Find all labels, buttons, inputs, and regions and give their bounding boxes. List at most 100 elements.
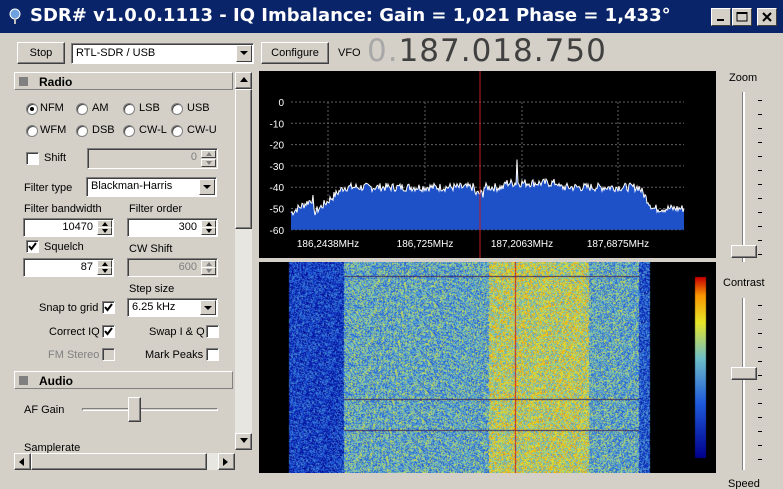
shift-checkbox[interactable] [26, 152, 39, 165]
fm-stereo-checkbox[interactable] [102, 348, 115, 361]
spin-up-button[interactable] [201, 150, 216, 158]
mode-cwl-radio[interactable] [123, 125, 135, 137]
arrow-down-icon [206, 161, 212, 165]
zoom-label: Zoom [729, 72, 758, 84]
filter-type-select[interactable]: Blackman-Harris [86, 177, 217, 197]
swap-iq-checkbox[interactable] [206, 325, 219, 338]
db-tick-label: -30 [270, 162, 285, 173]
scroll-thumb[interactable] [235, 89, 252, 229]
slider-tick [758, 305, 762, 306]
filter-bandwidth-spinner[interactable]: 10470 [23, 218, 114, 237]
db-tick-label: -40 [270, 183, 285, 194]
panel-horizontal-scrollbar[interactable] [14, 453, 235, 470]
audio-section-header[interactable]: Audio [14, 371, 233, 389]
title-bar: SDR# v1.0.0.1113 - IQ Imbalance: Gain = … [0, 0, 783, 33]
spin-down-button[interactable] [201, 159, 216, 167]
scroll-up-button[interactable] [235, 72, 252, 89]
filter-type-dropdown-button[interactable] [199, 179, 215, 195]
mode-am-radio[interactable] [76, 103, 88, 115]
slider-tick [758, 254, 762, 255]
mode-cwu-label: CW-U [187, 124, 217, 136]
horizontal-scroll-thumb[interactable] [31, 453, 207, 470]
mode-dsb-radio[interactable] [76, 125, 88, 137]
contrast-slider-thumb[interactable] [731, 367, 757, 380]
vfo-dim-digits: 0. [367, 33, 399, 69]
db-tick-label: 0 [278, 98, 284, 109]
shift-spinner[interactable]: 0 [87, 148, 218, 169]
stop-button[interactable]: Stop [17, 42, 65, 64]
mode-nfm-radio[interactable] [26, 103, 38, 115]
source-select[interactable]: RTL-SDR / USB [71, 43, 254, 64]
filter-order-value: 300 [178, 221, 197, 233]
control-panel: Radio NFM AM LSB USB WFM DSB CW-L CW-U S… [14, 72, 251, 476]
af-gain-slider-track[interactable] [82, 408, 218, 411]
mode-dsb-label: DSB [92, 124, 115, 136]
step-size-select[interactable]: 6.25 kHz [127, 298, 218, 317]
filter-order-spinner[interactable]: 300 [127, 218, 218, 237]
step-size-label: Step size [129, 283, 175, 295]
correct-iq-checkbox[interactable] [102, 325, 115, 338]
checkmark-icon [28, 242, 37, 251]
filter-bandwidth-value: 10470 [62, 221, 93, 233]
snap-to-grid-label: Snap to grid [39, 302, 99, 314]
contrast-slider-track[interactable] [742, 298, 745, 470]
af-gain-slider-thumb[interactable] [127, 397, 141, 422]
step-size-dropdown-button[interactable] [200, 300, 216, 315]
squelch-value: 87 [80, 261, 93, 273]
spin-down-button[interactable] [201, 267, 216, 275]
vfo-frequency-display[interactable]: 0.187.018.750 [367, 33, 607, 69]
slider-tick [758, 389, 762, 390]
arrow-down-icon [102, 269, 108, 273]
mode-usb-radio[interactable] [171, 103, 183, 115]
spin-down-button[interactable] [97, 267, 112, 275]
close-button[interactable] [757, 8, 777, 26]
zoom-slider-thumb[interactable] [731, 245, 757, 258]
cw-shift-spinner[interactable]: 600 [127, 258, 218, 277]
mark-peaks-checkbox[interactable] [206, 348, 219, 361]
maximize-button[interactable] [732, 8, 752, 26]
checkmark-icon [104, 303, 113, 312]
frequency-tick-label: 187,2063MHz [491, 239, 553, 250]
spectrum-plot: 0 -10 -20 -30 -40 -50 -60 186,2438MHz 186,725MHz… [270, 71, 685, 258]
scroll-left-button[interactable] [14, 453, 31, 470]
slider-tick [758, 142, 762, 143]
squelch-spinner[interactable]: 87 [23, 258, 114, 277]
close-icon [762, 12, 772, 22]
frequency-tick-label: 186,725MHz [397, 239, 454, 250]
scroll-down-button[interactable] [235, 433, 252, 450]
arrow-up-icon [102, 222, 108, 226]
spin-down-button[interactable] [201, 227, 216, 235]
audio-section-title: Audio [39, 374, 73, 388]
mode-wfm-radio[interactable] [26, 125, 38, 137]
filter-type-value: Blackman-Harris [91, 180, 173, 192]
mode-cwu-radio[interactable] [171, 125, 183, 137]
radio-section-header[interactable]: Radio [14, 72, 233, 90]
panel-vertical-scrollbar[interactable] [235, 72, 252, 450]
slider-tick [758, 156, 762, 157]
chevron-down-icon [203, 185, 211, 189]
mode-lsb-radio[interactable] [123, 103, 135, 115]
db-tick-label: -20 [270, 141, 285, 152]
arrow-right-icon [223, 458, 228, 466]
snap-to-grid-checkbox[interactable] [102, 301, 115, 314]
spectrum-analyzer[interactable]: 0 -10 -20 -30 -40 -50 -60 186,2438MHz 186,725MHz… [259, 71, 716, 258]
slider-tick [758, 212, 762, 213]
source-dropdown-button[interactable] [236, 45, 252, 62]
step-size-value: 6.25 kHz [132, 301, 176, 313]
mode-lsb-label: LSB [139, 102, 160, 114]
mark-peaks-label: Mark Peaks [145, 349, 204, 361]
mode-usb-label: USB [187, 102, 210, 114]
configure-button[interactable]: Configure [261, 42, 329, 64]
scroll-right-button[interactable] [218, 453, 235, 470]
squelch-checkbox[interactable] [26, 240, 39, 253]
slider-tick [758, 226, 762, 227]
slider-tick [758, 128, 762, 129]
fm-stereo-label: FM Stereo [48, 349, 100, 361]
vfo-label: VFO [338, 47, 361, 59]
spin-down-button[interactable] [97, 227, 112, 235]
arrow-up-icon [206, 262, 212, 266]
arrow-up-icon [102, 262, 108, 266]
waterfall-display[interactable] [259, 262, 716, 473]
zoom-slider-track[interactable] [742, 92, 745, 262]
minimize-button[interactable] [711, 8, 731, 26]
